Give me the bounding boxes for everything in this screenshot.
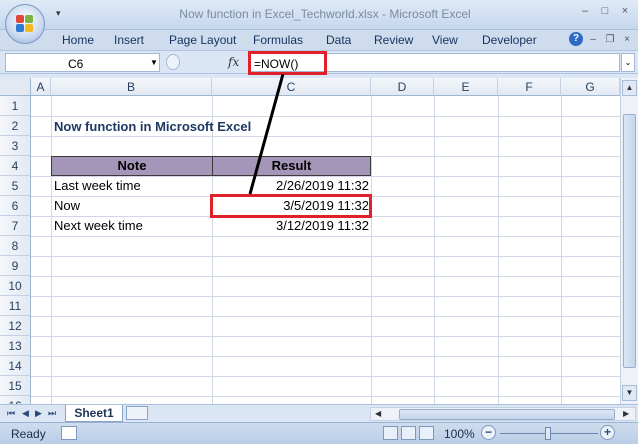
- office-button[interactable]: [5, 4, 45, 44]
- scroll-left-icon[interactable]: ◀: [375, 409, 381, 418]
- formula-controls: fx: [162, 53, 248, 72]
- row-header[interactable]: 4: [0, 156, 31, 176]
- prev-sheet-icon[interactable]: ◀: [22, 408, 29, 419]
- next-sheet-icon[interactable]: ▶: [35, 408, 42, 419]
- name-box-value: C6: [68, 57, 84, 71]
- horizontal-scrollbar[interactable]: ◀ ▶: [370, 407, 636, 421]
- help-icon[interactable]: ?: [569, 32, 583, 46]
- table-header-result[interactable]: Result: [212, 156, 371, 176]
- row-header[interactable]: 12: [0, 316, 31, 336]
- workbook-restore-button[interactable]: ❐: [603, 34, 617, 45]
- close-button[interactable]: ×: [616, 3, 634, 19]
- scroll-right-icon[interactable]: ▶: [623, 409, 629, 418]
- select-all-button[interactable]: [0, 78, 31, 96]
- zoom-slider-thumb[interactable]: [545, 427, 551, 440]
- vertical-scroll-thumb[interactable]: [623, 114, 636, 368]
- note-cell[interactable]: Last week time: [54, 176, 141, 196]
- column-header-c[interactable]: C: [212, 78, 371, 96]
- office-logo-icon: [16, 15, 34, 33]
- worksheet-grid[interactable]: A B C D E F G 1 2 3 4 5 6 7 8 9 10 11 12…: [0, 78, 620, 404]
- zoom-level[interactable]: 100%: [444, 427, 475, 441]
- column-header-b[interactable]: B: [51, 78, 212, 96]
- row-header[interactable]: 10: [0, 276, 31, 296]
- row-header[interactable]: 5: [0, 176, 31, 196]
- selected-cell-highlight: [210, 194, 372, 218]
- tab-review[interactable]: Review: [374, 33, 413, 47]
- ribbon-tabs: Home Insert Page Layout Formulas Data Re…: [0, 30, 638, 50]
- tab-home[interactable]: Home: [62, 33, 94, 47]
- status-bar: Ready 100% − +: [0, 422, 638, 444]
- table-header-note[interactable]: Note: [51, 156, 213, 176]
- insert-function-button[interactable]: fx: [228, 55, 239, 69]
- tab-data[interactable]: Data: [326, 33, 351, 47]
- scroll-up-icon[interactable]: ▲: [622, 80, 637, 96]
- title-bar: ▾ Now function in Excel_Techworld.xlsx -…: [0, 0, 638, 30]
- column-header-a[interactable]: A: [31, 78, 51, 96]
- column-header-d[interactable]: D: [371, 78, 434, 96]
- macro-record-icon[interactable]: [61, 426, 77, 440]
- quick-access-dropdown-icon[interactable]: ▾: [56, 8, 61, 19]
- page-break-view-icon[interactable]: [419, 426, 434, 440]
- formula-bar-resize-handle[interactable]: [166, 54, 180, 70]
- maximize-button[interactable]: □: [596, 3, 614, 19]
- row-header[interactable]: 2: [0, 116, 31, 136]
- page-layout-view-icon[interactable]: [401, 426, 416, 440]
- expand-formula-bar-icon[interactable]: ⌄: [621, 53, 635, 72]
- tab-view[interactable]: View: [432, 33, 458, 47]
- tab-developer[interactable]: Developer: [482, 33, 537, 47]
- row-header[interactable]: 14: [0, 356, 31, 376]
- row-header[interactable]: 3: [0, 136, 31, 156]
- tab-page-layout[interactable]: Page Layout: [169, 33, 236, 47]
- zoom-out-icon[interactable]: −: [481, 425, 496, 440]
- row-header[interactable]: 1: [0, 96, 31, 116]
- column-header-f[interactable]: F: [498, 78, 561, 96]
- workbook-minimize-button[interactable]: –: [586, 34, 600, 45]
- sheet-tab-sheet1[interactable]: Sheet1: [65, 405, 123, 422]
- zoom-in-icon[interactable]: +: [600, 425, 615, 440]
- status-text: Ready: [11, 427, 46, 441]
- note-cell[interactable]: Next week time: [54, 216, 143, 236]
- column-header-e[interactable]: E: [434, 78, 498, 96]
- row-header[interactable]: 15: [0, 376, 31, 396]
- result-cell[interactable]: 2/26/2019 11:32: [214, 176, 369, 196]
- result-cell[interactable]: 3/12/2019 11:32: [214, 216, 369, 236]
- first-sheet-icon[interactable]: ⏮: [7, 408, 15, 419]
- row-header[interactable]: 8: [0, 236, 31, 256]
- last-sheet-icon[interactable]: ⏭: [48, 408, 56, 419]
- window-title: Now function in Excel_Techworld.xlsx - M…: [179, 7, 471, 21]
- row-header[interactable]: 16: [0, 396, 31, 404]
- scroll-down-icon[interactable]: ▼: [622, 385, 637, 401]
- note-cell[interactable]: Now: [54, 196, 80, 216]
- tab-formulas[interactable]: Formulas: [253, 33, 303, 47]
- row-header[interactable]: 11: [0, 296, 31, 316]
- row-header[interactable]: 9: [0, 256, 31, 276]
- row-header[interactable]: 13: [0, 336, 31, 356]
- sheet-title-cell[interactable]: Now function in Microsoft Excel: [54, 117, 251, 137]
- vertical-scrollbar[interactable]: ▲ ▼: [620, 78, 638, 404]
- sheet-tab-bar: ⏮ ◀ ▶ ⏭ Sheet1 ◀ ▶: [0, 404, 638, 422]
- normal-view-icon[interactable]: [383, 426, 398, 440]
- formula-highlight: [248, 51, 327, 75]
- name-box[interactable]: C6 ▼: [5, 53, 160, 72]
- row-header[interactable]: 6: [0, 196, 31, 216]
- workbook-close-button[interactable]: ×: [620, 34, 634, 45]
- insert-sheet-icon[interactable]: [126, 406, 148, 420]
- minimize-button[interactable]: –: [576, 3, 594, 19]
- horizontal-scroll-thumb[interactable]: [399, 409, 615, 420]
- row-header[interactable]: 7: [0, 216, 31, 236]
- chevron-down-icon[interactable]: ▼: [150, 58, 158, 67]
- column-header-g[interactable]: G: [561, 78, 620, 96]
- tab-insert[interactable]: Insert: [114, 33, 144, 47]
